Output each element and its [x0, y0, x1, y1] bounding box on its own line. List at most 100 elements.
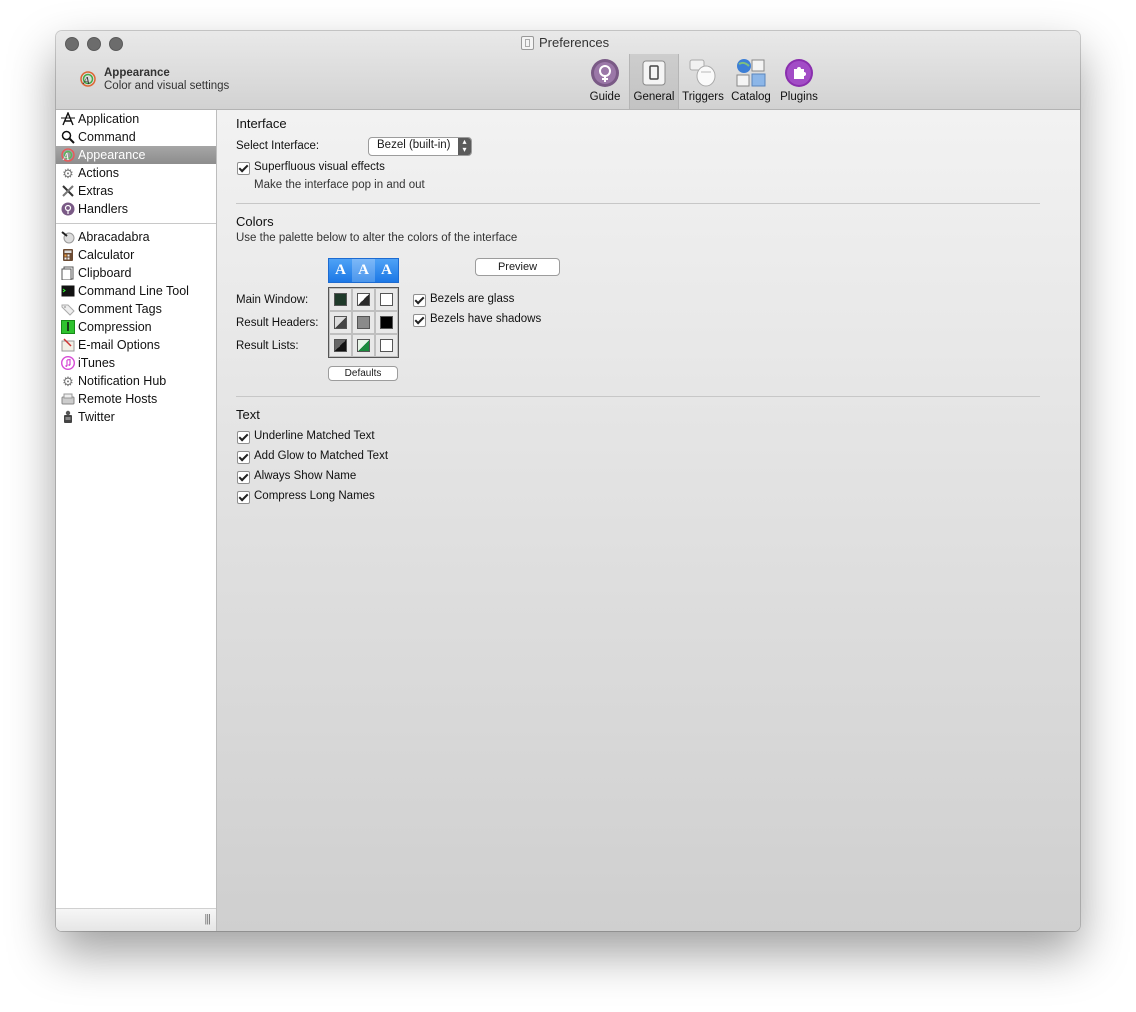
- preferences-window: Preferences A Appearance Color and visua…: [56, 31, 1080, 931]
- swatch-cell[interactable]: [352, 288, 375, 311]
- toolbar-triggers[interactable]: Triggers: [679, 54, 727, 109]
- svg-text:A: A: [62, 152, 70, 162]
- sidebar-footer: |||: [56, 908, 216, 931]
- swatch-cell[interactable]: [375, 288, 398, 311]
- interface-select-value: Bezel (built-in): [377, 139, 451, 151]
- minimize-button[interactable]: [87, 37, 101, 51]
- palette-column-1[interactable]: A: [329, 259, 352, 282]
- sidebar-item-command-line-tool[interactable]: Command Line Tool: [56, 282, 216, 300]
- select-interface-label: Select Interface:: [236, 140, 320, 152]
- resize-grip[interactable]: |||: [204, 913, 211, 925]
- underline-matched-label: Underline Matched Text: [254, 430, 375, 442]
- sidebar-item-itunes[interactable]: iTunes: [56, 354, 216, 372]
- window-title: Preferences: [521, 35, 609, 50]
- text-section-title: Text: [236, 407, 260, 422]
- sidebar-item-comment-tags[interactable]: Comment Tags: [56, 300, 216, 318]
- main-window-label: Main Window:: [236, 294, 309, 306]
- preview-button[interactable]: Preview: [475, 258, 560, 276]
- visual-effects-hint: Make the interface pop in and out: [254, 179, 425, 191]
- abracadabra-icon: [61, 230, 75, 244]
- toolbar-guide[interactable]: Guide: [581, 54, 629, 109]
- svg-text:A: A: [82, 75, 90, 87]
- interface-select[interactable]: Bezel (built-in) ▴ ▾: [368, 137, 472, 156]
- calculator-icon: [61, 248, 75, 262]
- underline-matched-checkbox[interactable]: [237, 431, 250, 444]
- window-title-text: Preferences: [539, 35, 610, 50]
- sidebar-item-actions[interactable]: ⚙ Actions: [56, 164, 216, 182]
- color-swatch: [334, 316, 347, 329]
- triggers-icon: [687, 57, 719, 89]
- color-swatch: [380, 316, 393, 329]
- color-palette-grid: [328, 287, 399, 358]
- title-bar: Preferences A Appearance Color and visua…: [56, 31, 1080, 110]
- compression-icon: [61, 320, 75, 334]
- pane-title: Appearance: [104, 67, 170, 79]
- always-show-name-checkbox[interactable]: [237, 471, 250, 484]
- palette-column-2[interactable]: A: [352, 259, 375, 282]
- section-divider: [236, 396, 1040, 397]
- defaults-button[interactable]: Defaults: [328, 366, 398, 381]
- itunes-icon: [61, 356, 75, 370]
- visual-effects-checkbox[interactable]: [237, 162, 250, 175]
- color-swatch: [334, 339, 347, 352]
- interface-section-title: Interface: [236, 116, 287, 131]
- email-icon: [61, 338, 75, 352]
- gear-icon: ⚙: [62, 165, 74, 181]
- sidebar-item-email-options[interactable]: E-mail Options: [56, 336, 216, 354]
- guide-icon: [589, 57, 621, 89]
- sidebar-item-extras[interactable]: Extras: [56, 182, 216, 200]
- close-button[interactable]: [65, 37, 79, 51]
- preferences-toolbar: Guide General Triggers Catalog Plugins: [581, 54, 823, 109]
- sidebar-item-handlers[interactable]: Handlers: [56, 200, 216, 218]
- bezels-glass-checkbox[interactable]: [413, 294, 426, 307]
- sidebar-item-notification-hub[interactable]: ⚙ Notification Hub: [56, 372, 216, 390]
- remote-hosts-icon: [61, 392, 75, 406]
- tag-icon: [61, 302, 75, 316]
- palette-column-3[interactable]: A: [375, 259, 398, 282]
- sidebar-item-application[interactable]: Application: [56, 110, 216, 128]
- sidebar-item-remote-hosts[interactable]: Remote Hosts: [56, 390, 216, 408]
- sidebar-item-twitter[interactable]: Twitter: [56, 408, 216, 426]
- swatch-cell[interactable]: [375, 334, 398, 357]
- pane-subtitle: Color and visual settings: [104, 80, 230, 92]
- sidebar-item-compression[interactable]: Compression: [56, 318, 216, 336]
- sidebar-item-calculator[interactable]: Calculator: [56, 246, 216, 264]
- result-headers-label: Result Headers:: [236, 317, 319, 329]
- compress-long-names-label: Compress Long Names: [254, 490, 375, 502]
- always-show-name-label: Always Show Name: [254, 470, 357, 482]
- appearance-icon: A: [80, 71, 96, 87]
- clipboard-icon: [61, 266, 75, 280]
- sidebar-item-clipboard[interactable]: Clipboard: [56, 264, 216, 282]
- color-swatch: [380, 293, 393, 306]
- swatch-cell[interactable]: [329, 311, 352, 334]
- swatch-cell[interactable]: [329, 334, 352, 357]
- plugins-icon: [783, 57, 815, 89]
- zoom-button[interactable]: [109, 37, 123, 51]
- sidebar-item-abracadabra[interactable]: Abracadabra: [56, 228, 216, 246]
- document-icon: [521, 35, 534, 50]
- swatch-cell[interactable]: [375, 311, 398, 334]
- glow-matched-checkbox[interactable]: [237, 451, 250, 464]
- chevron-updown-icon: ▴ ▾: [458, 138, 471, 155]
- swatch-cell[interactable]: [352, 311, 375, 334]
- sidebar-item-appearance[interactable]: A Appearance: [56, 146, 216, 164]
- appearance-icon: A: [61, 148, 75, 162]
- sidebar-item-command[interactable]: Command: [56, 128, 216, 146]
- handlers-icon: [61, 202, 75, 216]
- bezels-glass-label: Bezels are glass: [430, 293, 515, 305]
- toolbar-plugins[interactable]: Plugins: [775, 54, 823, 109]
- compress-long-names-checkbox[interactable]: [237, 491, 250, 504]
- colors-section-title: Colors: [236, 214, 274, 229]
- sidebar: Application Command A Appearance ⚙ Actio…: [56, 110, 217, 931]
- toolbar-catalog[interactable]: Catalog: [727, 54, 775, 109]
- toolbar-general[interactable]: General: [629, 54, 679, 109]
- swatch-cell[interactable]: [352, 334, 375, 357]
- bezels-shadows-label: Bezels have shadows: [430, 313, 542, 325]
- bezels-shadows-checkbox[interactable]: [413, 314, 426, 327]
- twitter-icon: [61, 410, 75, 424]
- result-lists-label: Result Lists:: [236, 340, 299, 352]
- gear-icon: ⚙: [62, 373, 74, 389]
- swatch-cell[interactable]: [329, 288, 352, 311]
- glow-matched-label: Add Glow to Matched Text: [254, 450, 389, 462]
- terminal-icon: [61, 284, 75, 298]
